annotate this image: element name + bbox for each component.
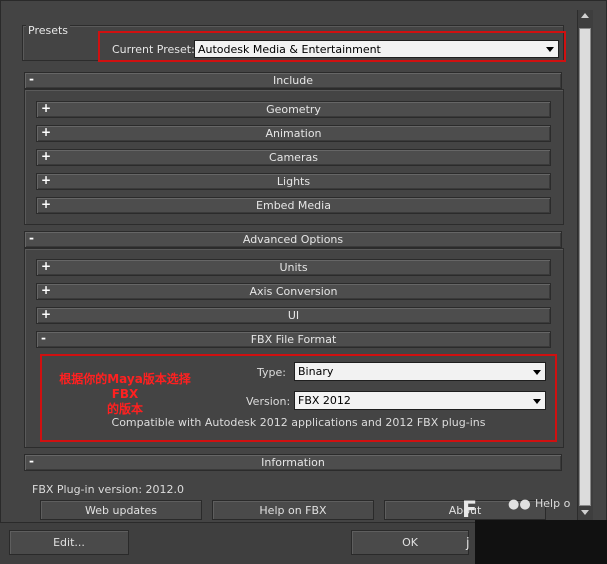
rollout-label: UI <box>287 309 300 322</box>
version-label: Version: <box>246 395 291 408</box>
collapse-icon: - <box>41 331 46 345</box>
version-value: FBX 2012 <box>298 394 351 407</box>
expand-icon: + <box>41 125 52 139</box>
chevron-down-icon <box>546 47 554 52</box>
expand-icon: + <box>41 283 52 297</box>
rollout-ui[interactable]: + UI <box>36 307 551 324</box>
rollout-axis-conversion[interactable]: + Axis Conversion <box>36 283 551 300</box>
rollout-label: Axis Conversion <box>249 285 338 298</box>
help-on-fbx-button[interactable]: Help on FBX <box>212 500 374 520</box>
annotation-text: 根据你的Maya版本选择FBX 的版本 <box>50 372 200 417</box>
ok-button[interactable]: OK <box>351 530 469 555</box>
annotation-line-1: 根据你的Maya版本选择FBX <box>59 372 191 401</box>
rollout-label: Lights <box>276 175 311 188</box>
chevron-down-icon <box>533 369 541 375</box>
fbx-file-format-rollout-header[interactable]: - FBX File Format <box>36 331 551 348</box>
expand-icon: + <box>41 259 52 273</box>
rollout-cameras[interactable]: + Cameras <box>36 149 551 166</box>
rollout-label: Units <box>279 261 308 274</box>
collapse-icon: - <box>29 231 34 245</box>
include-title: Include <box>272 74 314 87</box>
annotation-line-2: 的版本 <box>106 402 143 416</box>
rollout-lights[interactable]: + Lights <box>36 173 551 190</box>
current-preset-value: Autodesk Media & Entertainment <box>198 42 381 56</box>
expand-icon: + <box>41 197 52 211</box>
include-rollout-header[interactable]: - Include <box>24 72 562 89</box>
scroll-up-icon[interactable] <box>581 13 589 18</box>
type-value: Binary <box>298 365 334 378</box>
edit-button[interactable]: Edit... <box>9 530 129 555</box>
scrollbar-thumb[interactable] <box>579 28 591 506</box>
current-preset-label: Current Preset: <box>112 43 195 56</box>
rollout-embed-media[interactable]: + Embed Media <box>36 197 551 214</box>
compatibility-text: Compatible with Autodesk 2012 applicatio… <box>111 416 486 429</box>
expand-icon: + <box>41 307 52 321</box>
rollout-animation[interactable]: + Animation <box>36 125 551 142</box>
plugin-version-text: FBX Plug-in version: 2012.0 <box>32 483 185 496</box>
advanced-options-title: Advanced Options <box>242 233 344 246</box>
expand-icon: + <box>41 149 52 163</box>
rollout-label: Animation <box>265 127 322 140</box>
rollout-panel: Presets Current Preset: Autodesk Media &… <box>10 10 575 522</box>
collapse-icon: - <box>29 72 34 86</box>
version-dropdown[interactable]: FBX 2012 <box>294 391 546 410</box>
advanced-options-rollout-header[interactable]: - Advanced Options <box>24 231 562 248</box>
help-icon: ●● <box>508 497 531 512</box>
information-rollout-header[interactable]: - Information <box>24 454 562 471</box>
scroll-down-icon[interactable] <box>581 510 589 515</box>
help-partial-label: Help o <box>535 497 571 510</box>
rollout-label: Embed Media <box>256 199 331 212</box>
rollout-units[interactable]: + Units <box>36 259 551 276</box>
watermark-logo-small: j <box>466 536 470 551</box>
collapse-icon: - <box>29 454 34 468</box>
rollout-geometry[interactable]: + Geometry <box>36 101 551 118</box>
web-updates-button[interactable]: Web updates <box>40 500 202 520</box>
rollout-label: Geometry <box>266 103 321 116</box>
type-dropdown[interactable]: Binary <box>294 362 546 381</box>
expand-icon: + <box>41 101 52 115</box>
current-preset-dropdown[interactable]: Autodesk Media & Entertainment <box>194 40 559 58</box>
chevron-down-icon <box>533 398 541 404</box>
watermark-overlay <box>475 520 607 564</box>
watermark-logo: F <box>462 498 478 523</box>
expand-icon: + <box>41 173 52 187</box>
information-title: Information <box>261 456 325 469</box>
fbx-file-format-title: FBX File Format <box>250 333 337 346</box>
presets-group-title: Presets <box>26 24 71 37</box>
rollout-label: Cameras <box>269 151 318 164</box>
type-label: Type: <box>257 366 286 379</box>
